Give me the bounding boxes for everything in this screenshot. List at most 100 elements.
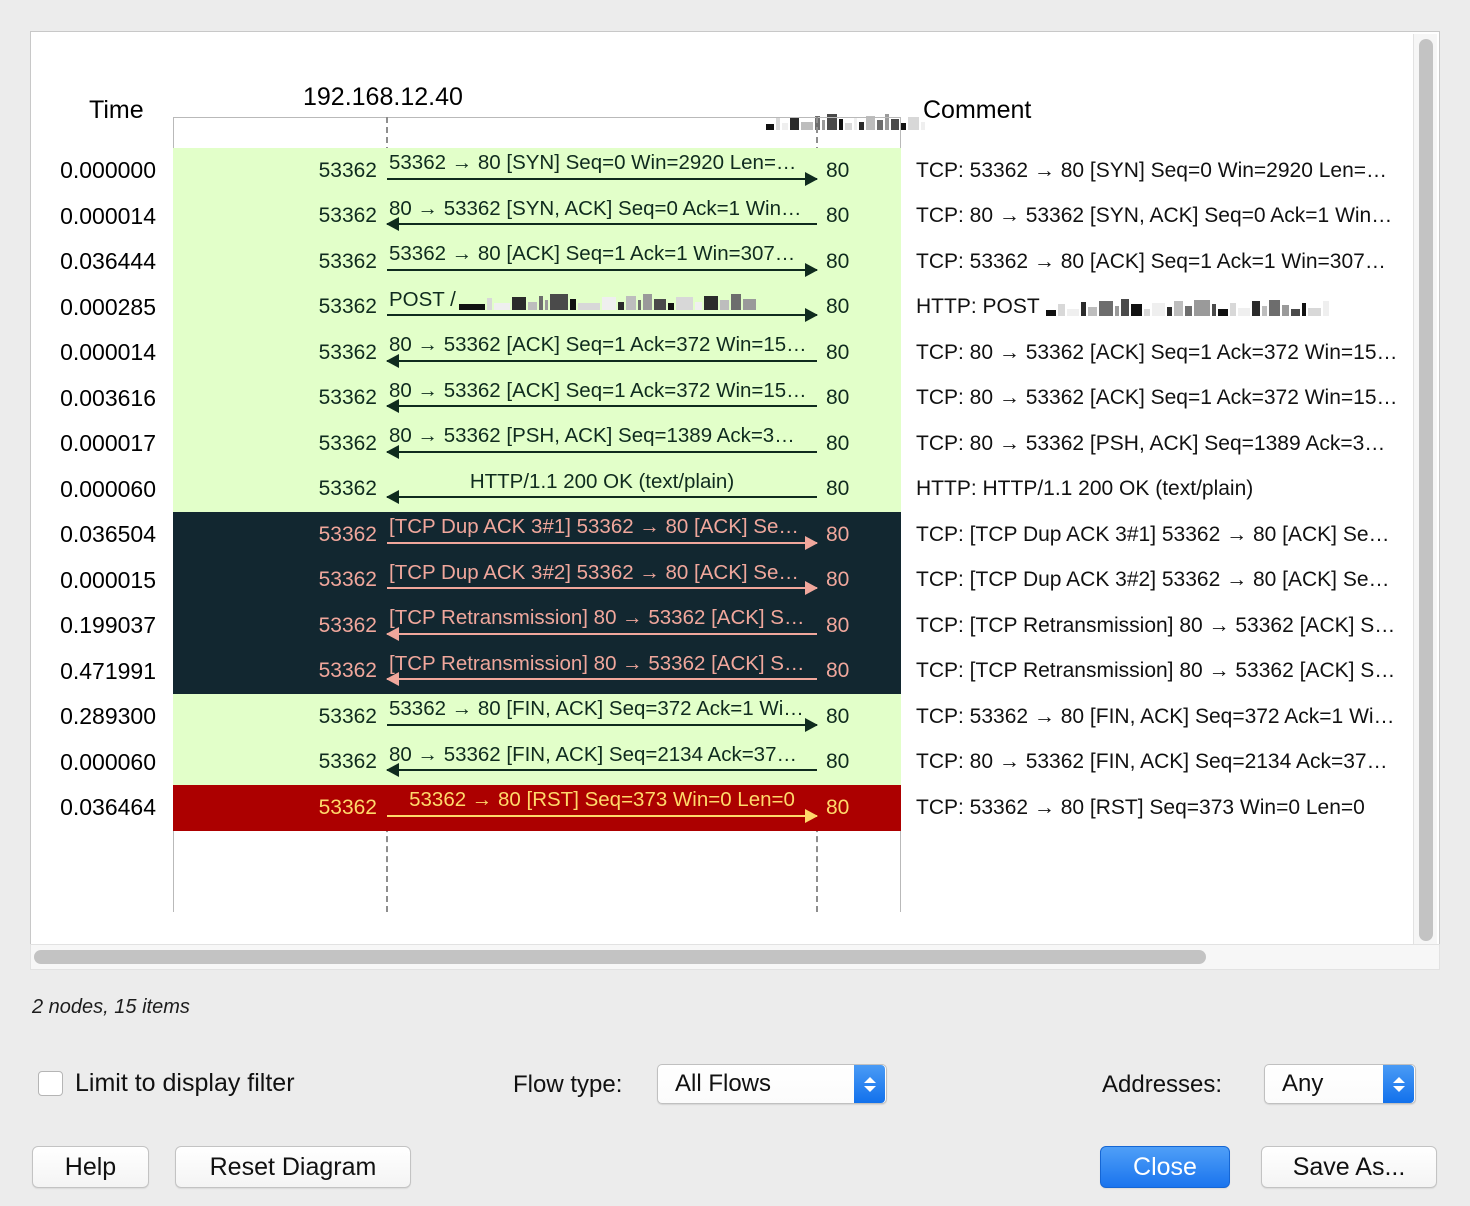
table-row[interactable]: 0.199037 53362 80[TCP Retransmission] 80 →… [31,603,1439,649]
message-arrow[interactable]: 53362 → 80 [FIN, ACK] Seq=372 Ack=1 Wi… [387,694,817,740]
message-arrow[interactable]: [TCP Retransmission] 80 → 53362 [ACK] S… [387,649,817,695]
row-time: 0.000017 [31,421,166,467]
horizontal-scrollbar[interactable] [30,944,1440,970]
table-row[interactable]: 0.003616533628080 → 53362 [ACK] Seq=1 Ac… [31,376,1439,422]
message-arrow[interactable]: 80 → 53362 [ACK] Seq=1 Ack=372 Win=15… [387,376,817,422]
addresses-value: Any [1265,1070,1383,1098]
row-time: 0.000015 [31,558,166,604]
arrow-head-icon [805,172,818,186]
row-port-left: 53362 [309,785,377,831]
row-comment: TCP: [TCP Dup ACK 3#2] 53362 → 80 [ACK] … [916,558,1416,604]
row-port-right: 80 [826,330,886,376]
message-label: 53362 → 80 [SYN] Seq=0 Win=2920 Len=… [389,153,815,174]
chevron-updown-icon[interactable] [854,1065,885,1103]
flow-type-value: All Flows [658,1070,854,1098]
message-arrow[interactable]: [TCP Dup ACK 3#2] 53362 → 80 [ACK] Se… [387,558,817,604]
row-port-left: 53362 [309,512,377,558]
table-row[interactable]: 0.000014533628080 → 53362 [SYN, ACK] Seq… [31,194,1439,240]
arrow-line [387,815,817,817]
message-arrow[interactable]: 80 → 53362 [ACK] Seq=1 Ack=372 Win=15… [387,330,817,376]
row-port-right: 80 [826,740,886,786]
flow-type-select[interactable]: All Flows [657,1064,887,1104]
message-arrow[interactable]: POST / [387,285,817,331]
table-row[interactable]: 0.000017533628080 → 53362 [PSH, ACK] Seq… [31,421,1439,467]
vertical-scrollbar[interactable] [1413,34,1437,965]
row-port-right: 80 [826,603,886,649]
horizontal-scrollbar-thumb[interactable] [34,950,1206,964]
row-port-left: 53362 [309,558,377,604]
arrow-line [387,769,817,771]
message-arrow[interactable]: 80 → 53362 [SYN, ACK] Seq=0 Ack=1 Win… [387,194,817,240]
row-time: 0.471991 [31,649,166,695]
message-label: HTTP/1.1 200 OK (text/plain) [389,472,815,493]
row-port-left: 53362 [309,376,377,422]
message-arrow[interactable]: HTTP/1.1 200 OK (text/plain) [387,467,817,513]
table-row[interactable]: 0.000015 53362 80[TCP Dup ACK 3#2] 53362 →… [31,558,1439,604]
message-label: 53362 → 80 [RST] Seq=373 Win=0 Len=0 [389,790,815,811]
row-time: 0.000014 [31,330,166,376]
message-arrow[interactable]: 80 → 53362 [PSH, ACK] Seq=1389 Ack=3… [387,421,817,467]
row-time: 0.199037 [31,603,166,649]
arrow-line [387,178,817,180]
table-row[interactable]: 0.036464 53362 80 53362 → 80 [RST] Seq=373 … [31,785,1439,831]
addresses-select[interactable]: Any [1264,1064,1416,1104]
limit-to-display-filter-row[interactable]: Limit to display filter [38,1069,295,1098]
message-label: [TCP Dup ACK 3#1] 53362 → 80 [ACK] Se… [389,517,815,538]
row-port-right: 80 [826,194,886,240]
message-arrow[interactable]: [TCP Retransmission] 80 → 53362 [ACK] S… [387,603,817,649]
arrow-head-icon [805,718,818,732]
message-arrow[interactable]: 53362 → 80 [RST] Seq=373 Win=0 Len=0 [387,785,817,831]
chevron-updown-icon[interactable] [1383,1065,1414,1103]
arrow-head-icon [805,308,818,322]
message-arrow[interactable]: 80 → 53362 [FIN, ACK] Seq=2134 Ack=37… [387,740,817,786]
row-port-left: 53362 [309,649,377,695]
message-arrow[interactable]: [TCP Dup ACK 3#1] 53362 → 80 [ACK] Se… [387,512,817,558]
flow-row-list[interactable]: 0.000000 53362 80 53362 → 80 [SYN] Seq=0 Wi… [31,148,1439,831]
addresses-label: Addresses: [1102,1071,1222,1099]
vertical-scrollbar-thumb[interactable] [1419,39,1433,941]
table-row[interactable]: 0.000014 53362 80 80 → 53362 [ACK] Seq=1 Ac… [31,330,1439,376]
row-port-right: 80 [826,558,886,604]
message-arrow[interactable]: 53362 → 80 [ACK] Seq=1 Ack=1 Win=307… [387,239,817,285]
row-port-right: 80 [826,467,886,513]
row-port-right: 80 [826,694,886,740]
row-comment: TCP: 80 → 53362 [FIN, ACK] Seq=2134 Ack=… [916,740,1416,786]
arrow-line [387,633,817,635]
limit-to-display-filter-checkbox[interactable] [38,1071,63,1096]
reset-diagram-button[interactable]: Reset Diagram [175,1146,411,1188]
status-text: 2 nodes, 15 items [32,996,190,1019]
row-port-left: 53362 [309,148,377,194]
close-button[interactable]: Close [1100,1146,1230,1188]
table-row[interactable]: 0.036444533628053362 → 80 [ACK] Seq=1 Ac… [31,239,1439,285]
table-row[interactable]: 0.0365045336280[TCP Dup ACK 3#1] 53362 →… [31,512,1439,558]
arrow-line [387,451,817,453]
row-time: 0.000000 [31,148,166,194]
flow-graph-panel[interactable]: Time 192.168.12.40 Comment 0.00000053362… [30,31,1440,968]
column-header-time: Time [89,96,144,125]
row-comment-redacted [1046,298,1329,316]
column-header-node-left: 192.168.12.40 [303,83,463,112]
row-port-right: 80 [826,785,886,831]
row-time: 0.036504 [31,512,166,558]
arrow-head-icon [386,627,399,641]
arrow-head-icon [386,672,399,686]
table-row[interactable]: 0.000000533628053362 → 80 [SYN] Seq=0 Wi… [31,148,1439,194]
help-button[interactable]: Help [32,1146,149,1188]
table-row[interactable]: 0.4719915336280[TCP Retransmission] 80 →… [31,649,1439,695]
row-time: 0.000060 [31,740,166,786]
message-label: 80 → 53362 [ACK] Seq=1 Ack=372 Win=15… [389,335,815,356]
table-row[interactable]: 0.289300533628053362 → 80 [FIN, ACK] Seq… [31,694,1439,740]
row-time: 0.036464 [31,785,166,831]
row-port-left: 53362 [309,603,377,649]
table-row[interactable]: 0.0002855336280POST /HTTP: POST [31,285,1439,331]
row-port-left: 53362 [309,740,377,786]
row-port-left: 53362 [309,330,377,376]
row-comment: TCP: 53362 → 80 [SYN] Seq=0 Win=2920 Len… [916,148,1416,194]
arrow-head-icon [805,536,818,550]
table-row[interactable]: 0.000060 53362 8080 → 53362 [FIN, ACK] Seq… [31,740,1439,786]
message-arrow[interactable]: 53362 → 80 [SYN] Seq=0 Win=2920 Len=… [387,148,817,194]
save-as-button[interactable]: Save As... [1261,1146,1437,1188]
message-label-redacted [459,292,756,310]
table-row[interactable]: 0.0000605336280HTTP/1.1 200 OK (text/pla… [31,467,1439,513]
message-label: [TCP Retransmission] 80 → 53362 [ACK] S… [389,654,815,675]
